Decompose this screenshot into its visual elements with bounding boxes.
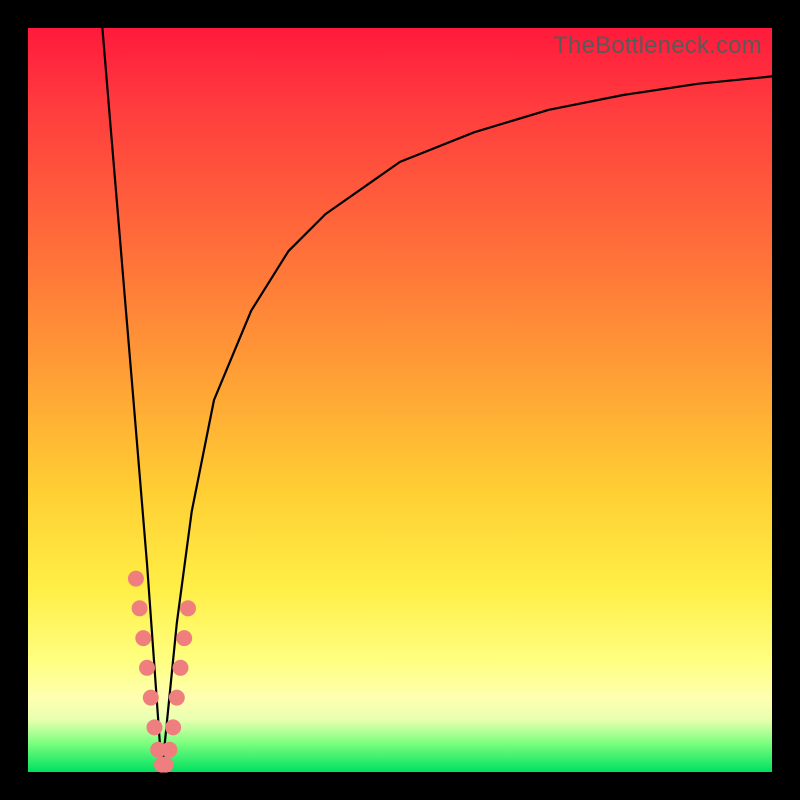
curves-svg <box>28 28 772 772</box>
chart-frame: TheBottleneck.com <box>0 0 800 800</box>
highlight-dot <box>135 630 151 646</box>
highlight-dot <box>132 600 148 616</box>
right-branch-curve <box>162 76 772 772</box>
highlight-dot <box>139 660 155 676</box>
highlight-dot <box>147 719 163 735</box>
highlight-dot <box>173 660 189 676</box>
highlight-dot <box>158 757 174 773</box>
highlight-dot <box>180 600 196 616</box>
highlight-dots-group <box>128 571 196 773</box>
highlight-dot <box>128 571 144 587</box>
highlight-dot <box>165 719 181 735</box>
highlight-dot <box>143 690 159 706</box>
highlight-dot <box>161 742 177 758</box>
highlight-dot <box>169 690 185 706</box>
plot-area: TheBottleneck.com <box>28 28 772 772</box>
highlight-dot <box>176 630 192 646</box>
left-branch-curve <box>102 28 161 772</box>
